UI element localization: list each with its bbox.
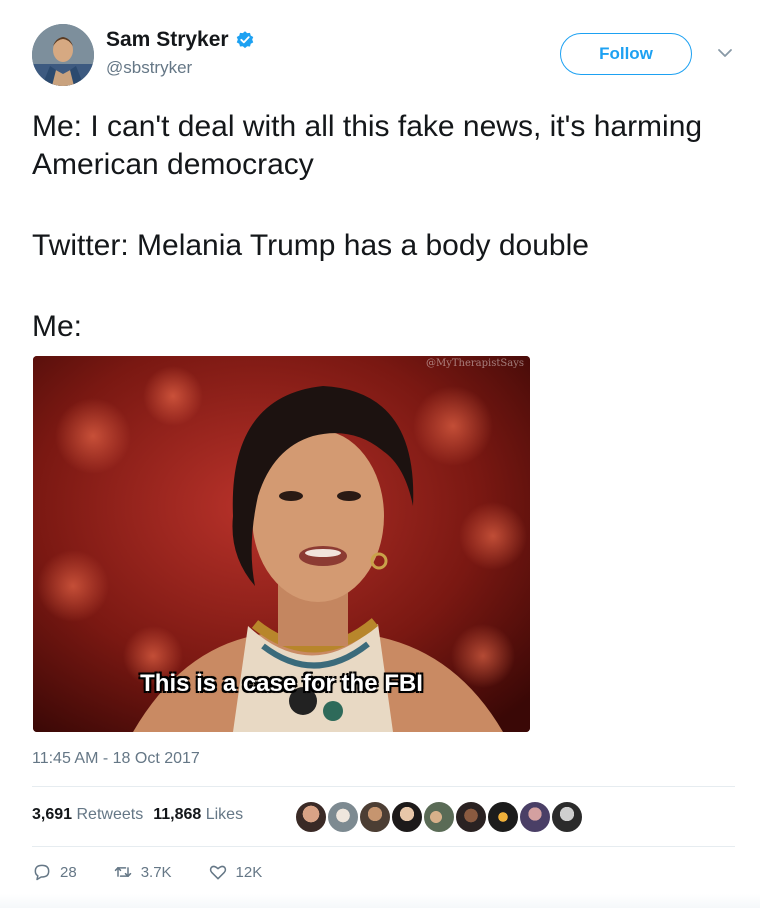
tweet-actions: 28 3.7K 12K	[32, 862, 298, 882]
liker-avatar[interactable]	[390, 800, 424, 834]
reply-icon	[34, 864, 50, 881]
tweet-text: Me: I can't deal with all this fake news…	[32, 108, 732, 346]
tweet-line-3: Me:	[32, 310, 83, 343]
heart-icon	[209, 865, 226, 880]
liker-avatar[interactable]	[454, 800, 488, 834]
author-avatar[interactable]	[32, 24, 94, 86]
reply-count: 28	[60, 863, 77, 881]
retweets-stat[interactable]: 3,691 Retweets	[32, 806, 143, 824]
liker-avatar[interactable]	[326, 800, 360, 834]
divider-bottom	[32, 846, 735, 847]
liker-avatars	[294, 800, 584, 834]
retweets-label: Retweets	[76, 806, 144, 823]
likes-count: 11,868	[153, 806, 202, 823]
tweet-line-1: Me: I can't deal with all this fake news…	[32, 110, 703, 181]
retweet-count: 3.7K	[140, 863, 172, 881]
liker-avatar[interactable]	[550, 800, 584, 834]
liker-avatar[interactable]	[518, 800, 552, 834]
like-button[interactable]: 12K	[208, 862, 263, 882]
like-count: 12K	[235, 863, 263, 881]
likes-stat[interactable]: 11,868 Likes	[153, 806, 243, 824]
author-handle[interactable]: @sbstryker	[106, 58, 192, 78]
verified-badge-icon	[236, 31, 253, 49]
reply-button[interactable]: 28	[32, 862, 77, 882]
bottom-edge	[0, 894, 760, 908]
liker-avatar[interactable]	[422, 800, 456, 834]
author-name-text: Sam Stryker	[106, 28, 229, 51]
retweet-icon	[114, 867, 131, 877]
chevron-down-icon[interactable]	[716, 46, 734, 60]
divider-top	[32, 786, 735, 787]
media-watermark: @MyTherapistSays	[425, 358, 524, 369]
liker-avatar[interactable]	[294, 800, 328, 834]
tweet-stats: 3,691 Retweets 11,868 Likes	[32, 806, 243, 824]
follow-button[interactable]: Follow	[560, 33, 692, 75]
liker-avatar[interactable]	[486, 800, 520, 834]
retweet-button[interactable]: 3.7K	[113, 862, 172, 882]
tweet-timestamp[interactable]: 11:45 AM - 18 Oct 2017	[32, 750, 200, 768]
tweet-line-2: Twitter: Melania Trump has a body double	[32, 229, 589, 262]
retweets-count: 3,691	[32, 806, 73, 823]
media-caption: This is a case for the FBI	[140, 670, 423, 697]
avatar-photo	[32, 24, 94, 86]
tweet-media-image[interactable]: @MyTherapistSays This is a case for the …	[33, 356, 530, 732]
author-display-name[interactable]: Sam Stryker	[106, 28, 255, 52]
liker-avatar[interactable]	[358, 800, 392, 834]
likes-label: Likes	[205, 806, 244, 823]
